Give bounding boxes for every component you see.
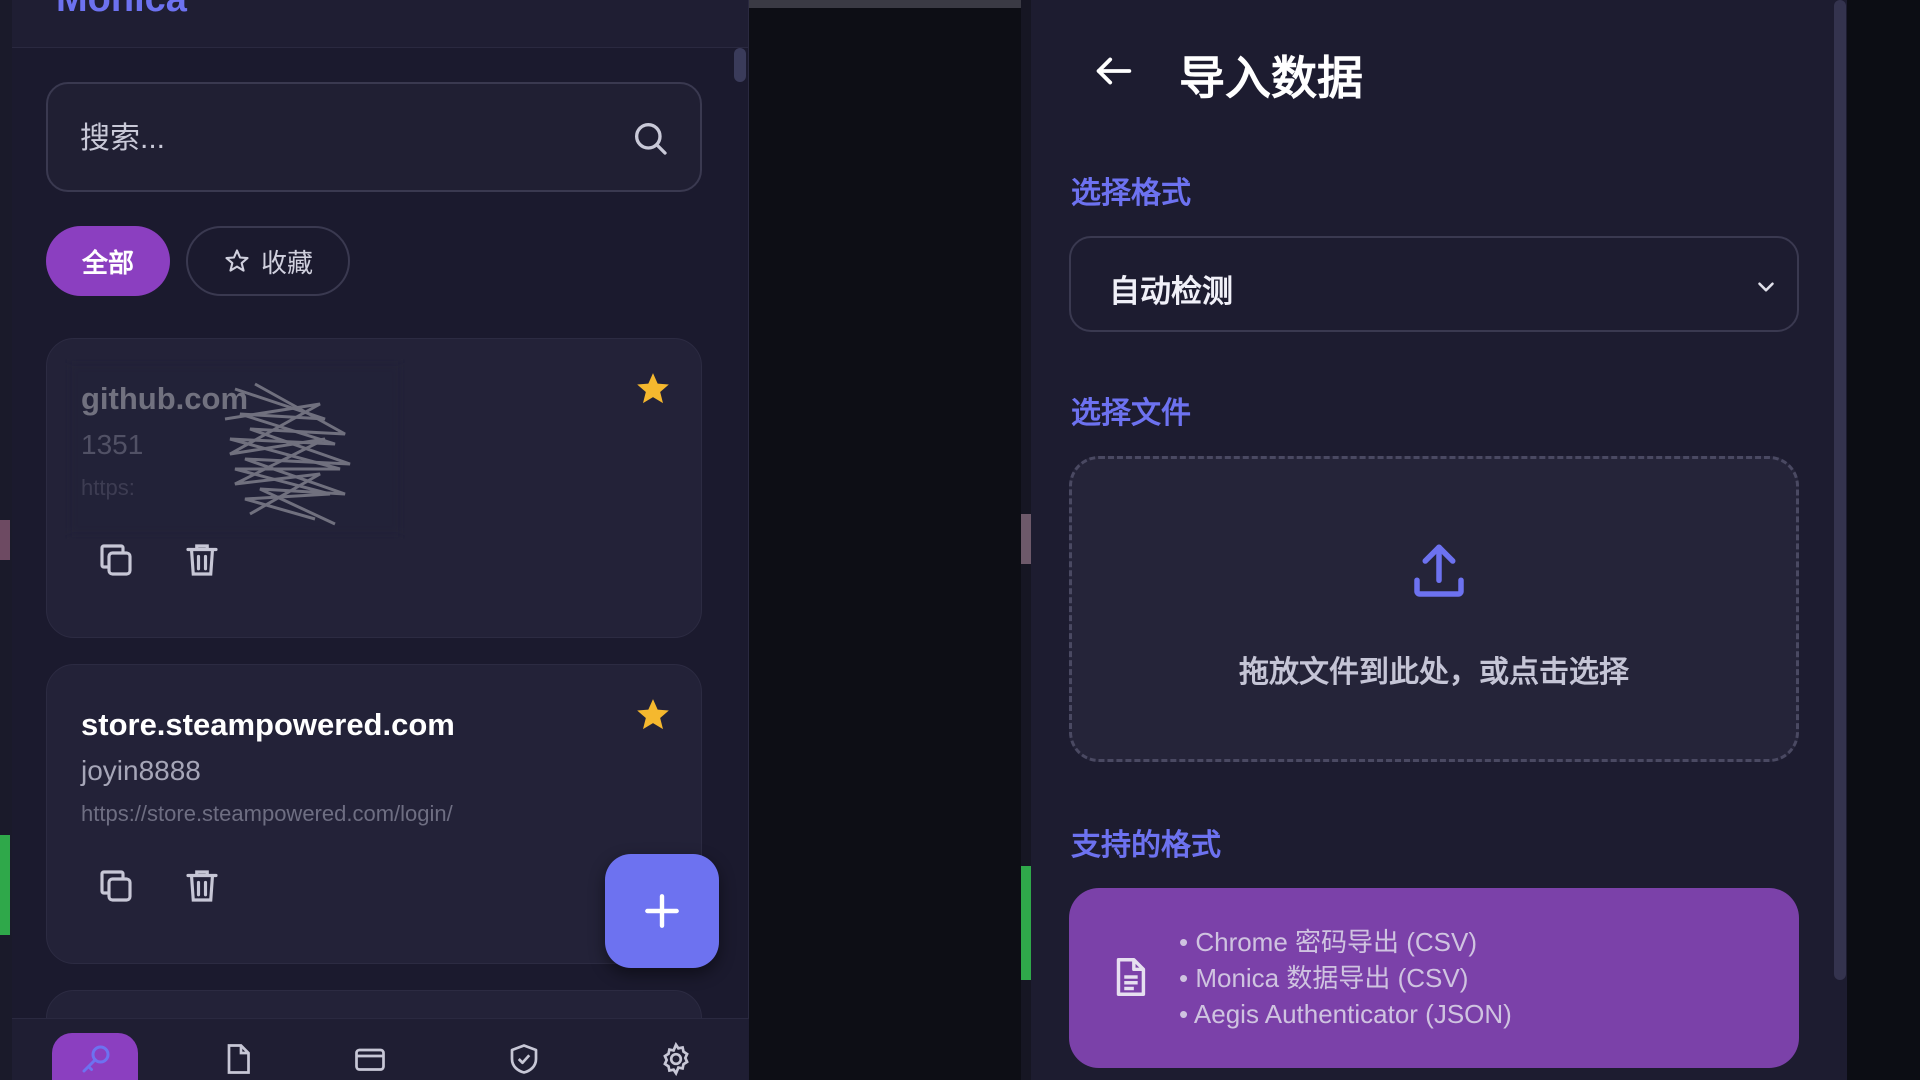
nav-item-passwords[interactable] (52, 1033, 138, 1080)
background-strip (1021, 0, 1031, 1080)
password-entry-card[interactable]: store.steampowered.com joyin8888 https:/… (46, 664, 702, 964)
file-drop-zone[interactable]: 拖放文件到此处，或点击选择 (1069, 456, 1799, 762)
nav-item-cards[interactable] (326, 1033, 412, 1080)
filter-all-chip[interactable]: 全部 (46, 226, 170, 296)
format-item: Chrome 密码导出 (CSV) (1179, 924, 1512, 960)
search-box[interactable] (46, 82, 702, 192)
entry-site: github.com (81, 381, 249, 416)
entry-url: https: (81, 475, 135, 500)
entry-url: https://store.steampowered.com/login/ (81, 801, 453, 826)
background-edge (1847, 0, 1920, 1080)
page-title: 导入数据 (1179, 52, 1363, 104)
trash-icon[interactable] (181, 865, 223, 907)
shield-check-icon (510, 1044, 538, 1074)
background-bar (749, 0, 1021, 8)
app-title: Monica (56, 0, 187, 21)
document-icon (1116, 958, 1146, 996)
import-data-panel: 导入数据 选择格式 自动检测 选择文件 拖放文件到此处，或点击选择 支持的格式 … (1031, 0, 1847, 1080)
entry-username: joyin8888 (81, 755, 201, 786)
edge-mark (1021, 866, 1031, 980)
format-select-value: 自动检测 (1109, 274, 1233, 309)
password-list-panel: Monica 全部 收藏 github.com 1351 https: (12, 0, 749, 1080)
edge-mark (0, 520, 10, 560)
format-select[interactable]: 自动检测 (1069, 236, 1799, 332)
copy-icon[interactable] (95, 539, 137, 581)
format-section-label: 选择格式 (1071, 177, 1191, 210)
entry-site: store.steampowered.com (81, 707, 455, 742)
supported-formats-box: Chrome 密码导出 (CSV) Monica 数据导出 (CSV) Aegi… (1069, 888, 1799, 1068)
filter-favorites-chip[interactable]: 收藏 (186, 226, 350, 296)
search-input[interactable] (80, 114, 600, 164)
supported-formats-list: Chrome 密码导出 (CSV) Monica 数据导出 (CSV) Aegi… (1179, 924, 1512, 1032)
bottom-nav (12, 1018, 749, 1080)
favorite-star-icon[interactable] (633, 695, 673, 735)
upload-icon (1414, 544, 1464, 597)
nav-item-notes[interactable] (194, 1033, 280, 1080)
format-item: Monica 数据导出 (CSV) (1179, 960, 1512, 996)
nav-item-settings[interactable] (632, 1033, 718, 1080)
entry-username: 1351 (81, 429, 144, 460)
background-gap (749, 0, 1031, 1080)
file-section-label: 选择文件 (1071, 397, 1191, 430)
trash-icon[interactable] (181, 539, 223, 581)
add-entry-button[interactable] (605, 854, 719, 968)
copy-icon[interactable] (95, 865, 137, 907)
left-edge-strip (0, 0, 12, 1080)
filter-favorites-label: 收藏 (260, 247, 313, 278)
edge-mark (0, 835, 10, 935)
drop-hint: 拖放文件到此处，或点击选择 (1239, 656, 1629, 689)
favorite-star-icon[interactable] (633, 369, 673, 409)
star-outline-icon (225, 249, 249, 272)
password-entry-card[interactable]: github.com 1351 https: (46, 338, 702, 638)
gear-icon (663, 1041, 689, 1077)
file-icon (227, 1044, 250, 1074)
chevron-down-icon (1758, 282, 1774, 292)
import-panel-scrollbar[interactable] (1834, 0, 1846, 980)
filter-all-label: 全部 (81, 247, 134, 278)
supported-formats-label: 支持的格式 (1071, 829, 1221, 862)
edge-mark (1021, 514, 1031, 564)
back-arrow-icon[interactable] (1091, 48, 1137, 94)
search-icon[interactable] (630, 118, 670, 158)
format-item: Aegis Authenticator (JSON) (1179, 996, 1512, 1032)
key-icon (82, 1045, 110, 1073)
nav-item-authenticator[interactable] (480, 1033, 566, 1080)
plus-icon (645, 894, 679, 928)
card-icon (355, 1048, 385, 1071)
app-header: Monica (12, 0, 748, 48)
list-scrollbar[interactable] (734, 48, 746, 82)
